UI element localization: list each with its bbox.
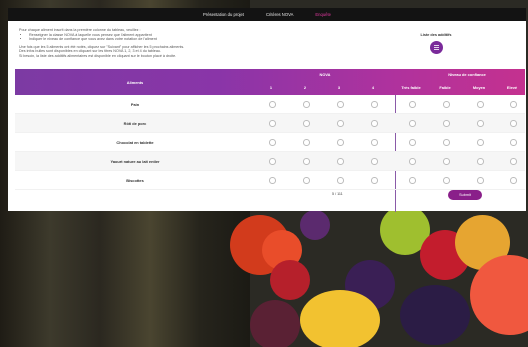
radio-nova-4[interactable] [371,101,378,108]
radio-nova-4[interactable] [371,139,378,146]
row-label: Yaourt nature au lait entier [110,158,160,164]
row-label: Pain [130,101,140,107]
radio-conf-eleve[interactable] [510,158,517,165]
radio-conf-faible[interactable] [443,120,450,127]
radio-conf-faible[interactable] [443,101,450,108]
radio-conf-tres-faible[interactable] [409,177,416,184]
radio-nova-1[interactable] [269,101,276,108]
header-eleve: Elevé [506,85,518,90]
header-nova-4[interactable]: 4 [367,85,379,90]
radio-nova-3[interactable] [337,158,344,165]
header-nova[interactable]: NOVA [265,72,385,77]
radio-conf-moyen[interactable] [477,101,484,108]
table-row: Rôti de porc [15,114,525,133]
submit-button[interactable]: Submit [448,190,482,200]
radio-nova-4[interactable] [371,120,378,127]
header-tres-faible: Très faible [401,85,421,90]
additives-button[interactable] [429,41,443,54]
radio-nova-4[interactable] [371,158,378,165]
nav-presentation[interactable]: Présentation du projet [199,12,248,17]
header-nova-3[interactable]: 3 [333,85,345,90]
radio-conf-moyen[interactable] [477,177,484,184]
radio-nova-1[interactable] [269,120,276,127]
row-label: Chocolat en tablette [116,139,154,145]
additives-label: Liste des additifs [420,33,452,37]
radio-nova-3[interactable] [337,120,344,127]
header-aliments: Aliments [126,80,144,85]
row-label: Rôti de porc [123,120,147,126]
radio-conf-faible[interactable] [443,158,450,165]
radio-conf-tres-faible[interactable] [409,158,416,165]
header-confiance: Niveau de confiance [448,72,486,77]
table-row: Biscottes [15,171,525,190]
radio-conf-moyen[interactable] [477,158,484,165]
table-row: Yaourt nature au lait entier [15,152,525,171]
radio-conf-tres-faible[interactable] [409,139,416,146]
radio-conf-moyen[interactable] [477,120,484,127]
row-label: Biscottes [126,177,144,183]
radio-conf-eleve[interactable] [510,101,517,108]
radio-nova-3[interactable] [337,101,344,108]
radio-conf-faible[interactable] [443,139,450,146]
table-body: Pain Rôti de porc Chocolat en tablette Y… [15,95,525,212]
table-row: Pain [15,95,525,114]
table-row: Chocolat en tablette [15,133,525,152]
nav-enquete[interactable]: Enquête [311,12,335,17]
radio-nova-2[interactable] [303,158,310,165]
radio-nova-1[interactable] [269,158,276,165]
radio-conf-tres-faible[interactable] [409,101,416,108]
instructions: Pour chaque aliment inscrit dans la prem… [19,28,269,59]
radio-nova-3[interactable] [337,139,344,146]
radio-nova-3[interactable] [337,177,344,184]
radio-conf-eleve[interactable] [510,120,517,127]
page-counter: 5 / 111 [332,192,343,196]
radio-conf-eleve[interactable] [510,177,517,184]
instruction-line-4: Si besoin, la liste des additifs aliment… [19,53,177,58]
radio-nova-4[interactable] [371,177,378,184]
nav-criteres-nova[interactable]: Critères NOVA [262,12,297,17]
radio-nova-2[interactable] [303,139,310,146]
additives-block: Liste des additifs [406,33,466,59]
top-navigation: Présentation du projet Critères NOVA Enq… [8,8,526,21]
survey-table: Aliments NOVA 1 2 3 4 Niveau de confianc… [15,69,525,212]
radio-nova-1[interactable] [269,139,276,146]
list-icon [433,45,439,50]
radio-conf-faible[interactable] [443,177,450,184]
radio-conf-moyen[interactable] [477,139,484,146]
radio-nova-2[interactable] [303,120,310,127]
survey-card: Pour chaque aliment inscrit dans la prem… [8,21,526,212]
radio-conf-tres-faible[interactable] [409,120,416,127]
radio-conf-eleve[interactable] [510,139,517,146]
radio-nova-1[interactable] [269,177,276,184]
header-nova-2[interactable]: 2 [299,85,311,90]
header-faible: Faible [439,85,451,90]
radio-nova-2[interactable] [303,101,310,108]
radio-nova-2[interactable] [303,177,310,184]
table-header: Aliments NOVA 1 2 3 4 Niveau de confianc… [15,69,525,95]
header-nova-1[interactable]: 1 [265,85,277,90]
header-moyen: Moyen [472,85,486,90]
